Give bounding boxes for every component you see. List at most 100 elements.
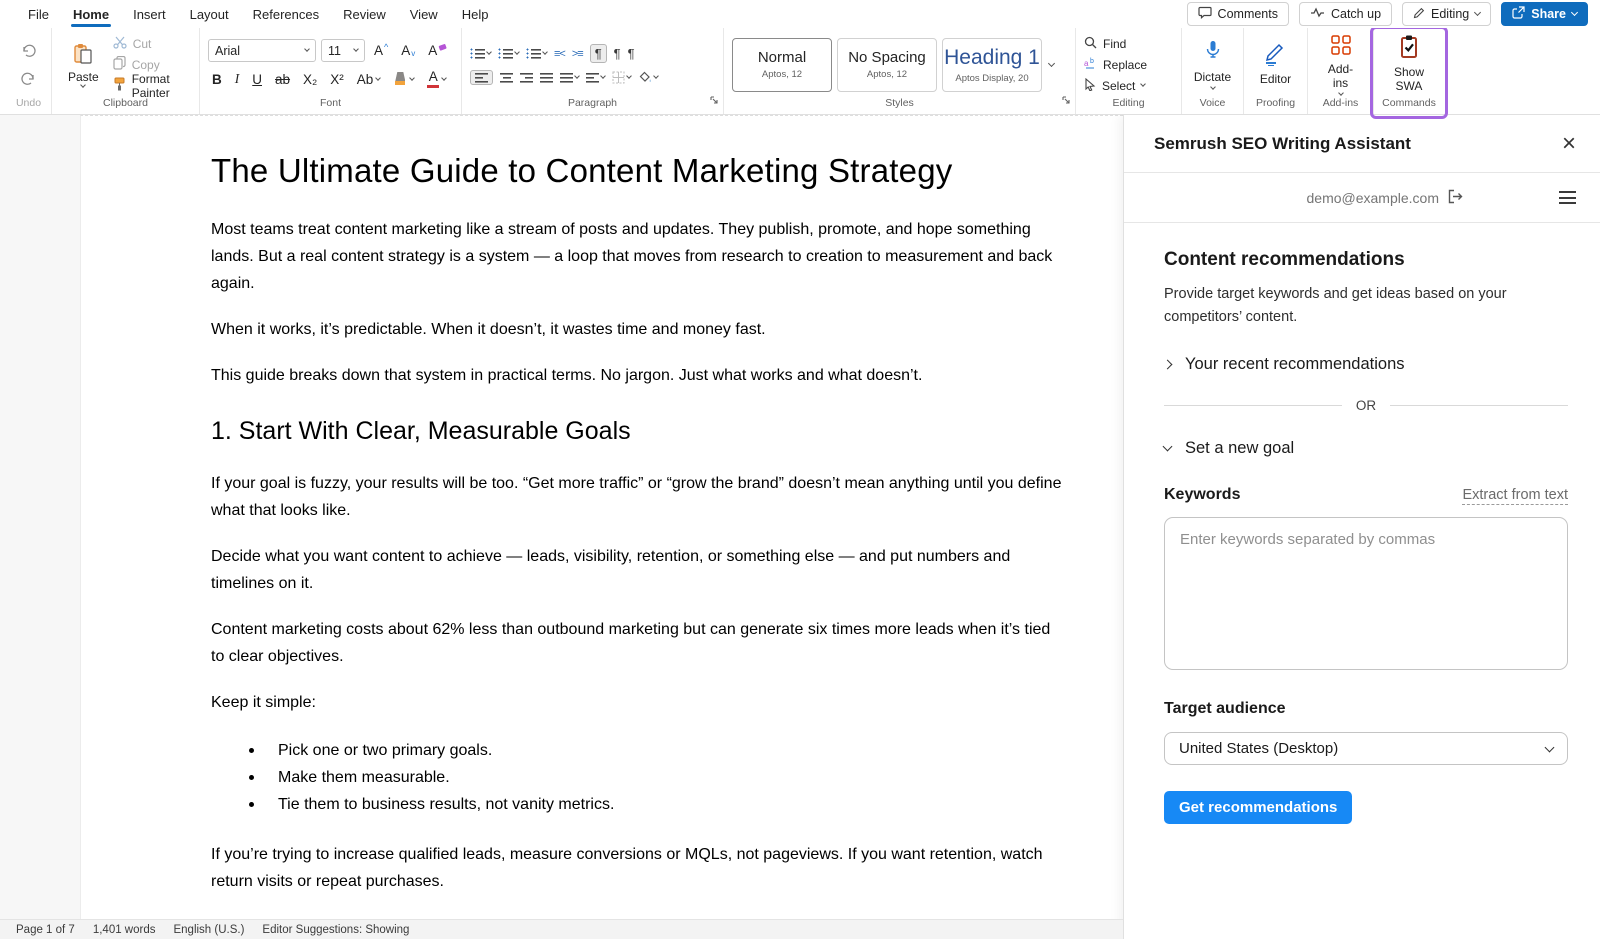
menubar-right: Comments Catch up Editing Share: [1187, 2, 1600, 26]
share-button[interactable]: Share: [1501, 2, 1588, 26]
chevron-down-icon: [1474, 9, 1481, 16]
chevron-down-icon: [409, 75, 415, 81]
show-swa-button[interactable]: Show SWA: [1382, 35, 1436, 93]
align-center-button[interactable]: [500, 72, 513, 83]
subscript-button[interactable]: X₂: [299, 68, 321, 90]
set-new-goal-expander[interactable]: Set a new goal: [1164, 439, 1568, 458]
group-label-paragraph: Paragraph: [470, 95, 715, 112]
superscript-button[interactable]: X²: [326, 68, 348, 90]
menu-references[interactable]: References: [241, 0, 331, 28]
recent-recommendations-expander[interactable]: Your recent recommendations: [1164, 355, 1568, 374]
align-right-button[interactable]: [520, 72, 533, 83]
align-center-icon: [500, 72, 513, 83]
increase-indent-button[interactable]: >≡: [572, 48, 583, 60]
style-no-spacing[interactable]: No Spacing Aptos, 12: [837, 38, 937, 92]
line-spacing-icon: [560, 72, 573, 83]
text-highlight-button[interactable]: [389, 68, 418, 90]
format-painter-button[interactable]: Format Painter: [113, 77, 191, 94]
ltr-paragraph-button[interactable]: ¶: [590, 44, 607, 63]
show-formatting-button[interactable]: ¶: [628, 46, 635, 61]
add-ins-button[interactable]: Add-ins: [1316, 34, 1365, 94]
ribbon-group-undo: Undo: [6, 28, 52, 114]
dictate-button[interactable]: Dictate: [1188, 40, 1237, 89]
bullet-list-button[interactable]: [470, 48, 491, 59]
chevron-down-icon: [574, 73, 580, 79]
copy-icon: [113, 56, 126, 73]
strikethrough-button[interactable]: ab: [271, 68, 294, 90]
chevron-down-icon: [1210, 84, 1216, 90]
rtl-paragraph-button[interactable]: ¶: [614, 46, 621, 61]
comment-icon: [1198, 6, 1212, 22]
bold-button[interactable]: B: [208, 68, 226, 90]
copy-button[interactable]: Copy: [113, 56, 191, 73]
font-color-button[interactable]: A: [423, 68, 450, 90]
redo-icon[interactable]: [18, 68, 40, 90]
borders-button[interactable]: [612, 71, 631, 84]
styles-dialog-launcher[interactable]: [1062, 92, 1071, 110]
keywords-label: Keywords: [1164, 486, 1240, 504]
menu-review[interactable]: Review: [331, 0, 398, 28]
microphone-icon: [1204, 40, 1222, 68]
line-spacing-button[interactable]: [560, 72, 579, 83]
document-page[interactable]: The Ultimate Guide to Content Marketing …: [80, 115, 1123, 919]
editor-suggestions-status[interactable]: Editor Suggestions: Showing: [262, 924, 409, 936]
numbered-list-button[interactable]: [498, 48, 519, 59]
status-bar: Page 1 of 7 1,401 words English (U.S.) E…: [0, 919, 1123, 939]
font-size-combobox[interactable]: 11: [321, 39, 365, 62]
replace-icon: ab: [1084, 57, 1097, 73]
chevron-down-icon: [653, 73, 659, 79]
menu-help[interactable]: Help: [450, 0, 501, 28]
logout-icon[interactable]: [1447, 189, 1463, 207]
grow-font-button[interactable]: A: [370, 40, 392, 62]
paint-bucket-icon: [638, 71, 652, 84]
style-normal[interactable]: Normal Aptos, 12: [732, 38, 832, 92]
page-indicator[interactable]: Page 1 of 7: [16, 924, 75, 936]
multilevel-list-button[interactable]: [526, 48, 547, 59]
replace-button[interactable]: ab Replace: [1084, 56, 1147, 73]
decrease-indent-button[interactable]: ≡<: [554, 48, 565, 60]
language-indicator[interactable]: English (U.S.): [173, 924, 244, 936]
change-case-button[interactable]: Ab: [353, 68, 385, 90]
editing-mode-button[interactable]: Editing: [1402, 2, 1491, 26]
chevron-down-icon: [542, 49, 548, 55]
align-left-button[interactable]: [470, 70, 493, 85]
close-icon[interactable]: ×: [1562, 132, 1576, 156]
paragraph-spacing-button[interactable]: [586, 72, 605, 83]
menu-hamburger-icon[interactable]: [1559, 191, 1576, 204]
menu-home[interactable]: Home: [61, 0, 121, 28]
comments-button[interactable]: Comments: [1187, 2, 1289, 26]
styles-gallery-more-button[interactable]: [1047, 34, 1056, 95]
chevron-down-icon: [486, 49, 492, 55]
style-heading-1[interactable]: Heading 1 Aptos Display, 20: [942, 38, 1042, 92]
menu-file[interactable]: File: [16, 0, 61, 28]
justify-button[interactable]: [540, 72, 553, 83]
paragraph-dialog-launcher[interactable]: [710, 92, 719, 110]
font-family-combobox[interactable]: Arial: [208, 39, 316, 62]
clear-formatting-button[interactable]: A: [424, 40, 451, 62]
cut-button[interactable]: Cut: [113, 35, 191, 52]
shrink-font-button[interactable]: A: [397, 40, 419, 62]
align-left-icon: [475, 72, 488, 83]
get-recommendations-button[interactable]: Get recommendations: [1164, 791, 1352, 824]
menu-view[interactable]: View: [398, 0, 450, 28]
list-item: Tie them to business results, not vanity…: [278, 791, 1066, 818]
target-audience-select[interactable]: United States (Desktop): [1164, 732, 1568, 765]
undo-icon[interactable]: [18, 40, 40, 62]
paste-button[interactable]: Paste: [60, 41, 107, 89]
menu-layout[interactable]: Layout: [178, 0, 241, 28]
italic-button[interactable]: I: [231, 68, 244, 90]
menu-insert[interactable]: Insert: [121, 0, 178, 28]
word-count[interactable]: 1,401 words: [93, 924, 156, 936]
shading-button[interactable]: [638, 71, 658, 84]
catch-up-button[interactable]: Catch up: [1299, 2, 1392, 26]
underline-button[interactable]: U: [248, 68, 266, 90]
extract-from-text-link[interactable]: Extract from text: [1462, 487, 1568, 505]
editor-button[interactable]: Editor: [1254, 42, 1297, 87]
find-button[interactable]: Find: [1084, 35, 1147, 52]
group-label-font: Font: [208, 95, 453, 112]
app-menu-bar: File Home Insert Layout References Revie…: [0, 0, 1600, 28]
keywords-input[interactable]: [1164, 517, 1568, 670]
chevron-down-icon: [626, 73, 632, 79]
select-arrow-icon: [1084, 78, 1096, 94]
select-button[interactable]: Select: [1084, 77, 1147, 94]
